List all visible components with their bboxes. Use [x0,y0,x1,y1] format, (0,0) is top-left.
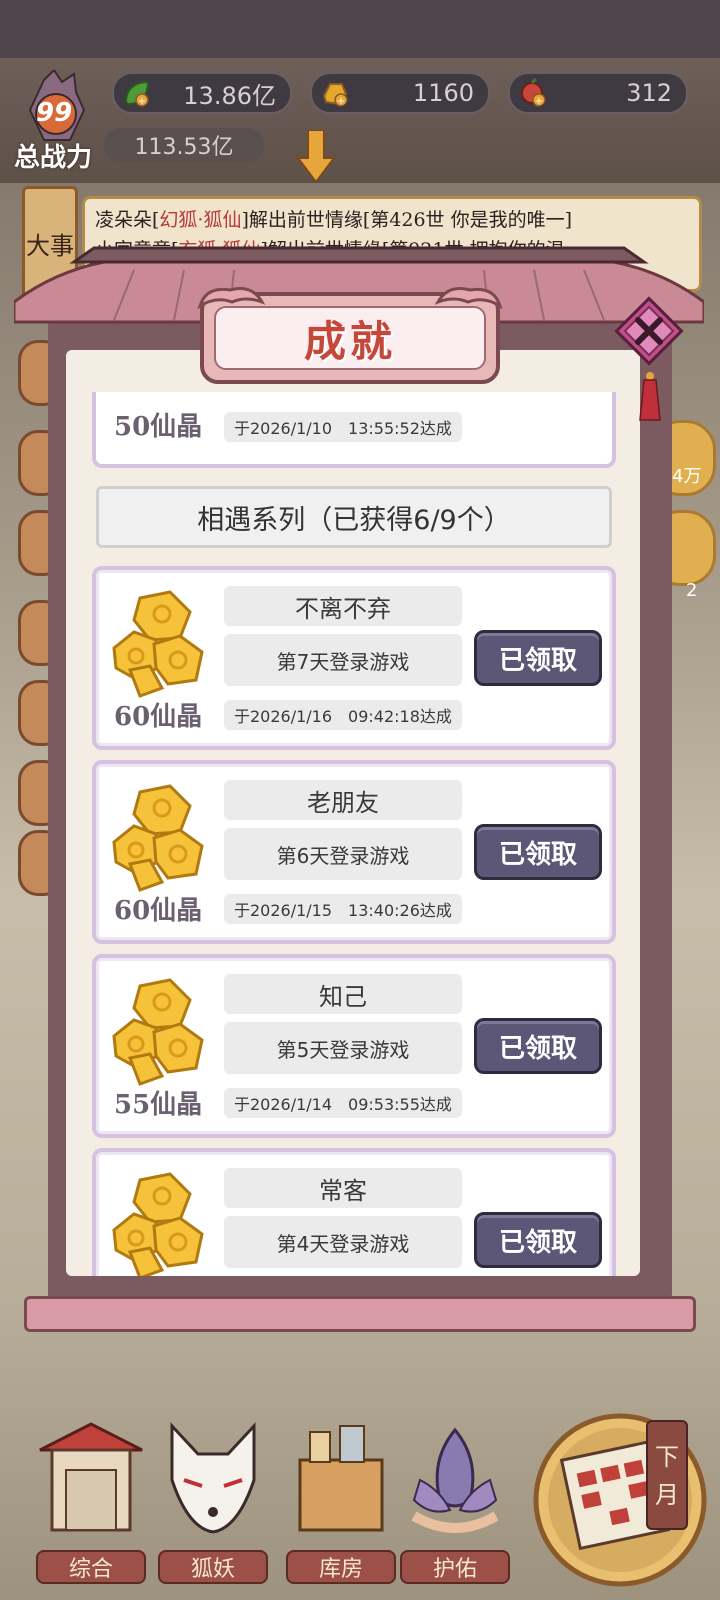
red-fruit-icon: + [521,78,546,107]
green-leaf-icon: + [124,80,150,107]
cloud-ornament-icon [197,287,266,310]
claimed-button[interactable]: 已领取 [474,1212,602,1268]
achievement-name: 常客 [224,1168,462,1208]
achievement-card: 55仙晶 知己 第5天登录游戏 于2026/1/14 09:53:55达成 已领… [92,954,616,1138]
news-line1-prefix: 凌朵朵[ [95,209,160,231]
nav-storage[interactable]: 库房 [286,1420,396,1590]
resource-gem-value: 1160 [412,79,474,107]
next-month-button[interactable]: 下月 [646,1420,688,1530]
next-month-label: 下月 [655,1443,679,1509]
gold-crystal-icon [112,590,204,698]
nav-fox[interactable]: 狐妖 [158,1420,268,1590]
cloud-ornament-icon [434,287,503,310]
nav-bless[interactable]: 护佑 [400,1420,510,1590]
reward-amount: 60仙晶 [114,896,203,926]
modal-title: 成就 [303,316,396,366]
achievement-name: 知己 [224,974,462,1014]
achievement-card: 常客 第4天登录游戏 已领取 [92,1148,616,1276]
achievement-list[interactable]: 50仙晶 于2026/1/10 13:55:52达成 相遇系列（已获得6/9个）… [66,350,640,1276]
svg-text:+: + [535,96,543,107]
claimed-button[interactable]: 已领取 [474,630,602,686]
storage-box-icon [298,1425,384,1532]
right-side-text: 2 [686,580,698,601]
power-value: 113.53亿 [104,128,264,162]
svg-text:+: + [138,96,146,107]
achievement-card-partial: 50仙晶 于2026/1/10 13:55:52达成 [92,392,616,468]
svg-text:+: + [337,96,345,107]
nav-fox-label: 狐妖 [158,1550,268,1584]
modal-title-inner: 成就 [214,306,486,370]
claimed-button[interactable]: 已领取 [474,1018,602,1074]
achievement-desc: 第7天登录游戏 [224,634,462,686]
achievement-card: 60仙晶 老朋友 第6天登录游戏 于2026/1/15 13:40:26达成 已… [92,760,616,944]
nav-storage-label: 库房 [286,1550,396,1584]
news-line1-suffix: ]解出前世情缘[第426世 你是我的唯一] [241,209,573,231]
achievement-desc: 第4天登录游戏 [224,1216,462,1268]
close-icon[interactable] [614,296,684,366]
achieved-date: 于2026/1/14 09:53:55达成 [224,1088,462,1118]
reward-amount: 55仙晶 [114,1090,203,1120]
right-side-text: 4万 [672,466,702,487]
achievement-desc: 第5天登录游戏 [224,1022,462,1074]
gate-icon [39,1422,143,1532]
power-level: 99 [36,98,73,128]
reward-amount: 50仙晶 [114,412,203,442]
resource-fruit[interactable]: + 312 [508,72,688,114]
achieved-date: 于2026/1/10 13:55:52达成 [224,412,462,442]
achievement-name: 不离不弃 [224,586,462,626]
news-line-1: 凌朵朵[幻狐·狐仙]解出前世情缘[第426世 你是我的唯一] [95,205,689,235]
gold-gem-icon: + [322,83,348,107]
resource-fruit-value: 312 [626,79,672,107]
gold-crystal-icon [112,784,204,892]
news-line1-highlight: 幻狐·狐仙 [159,209,242,231]
arrow-down-icon [296,130,336,184]
resource-leaf-value: 13.86亿 [183,81,276,110]
gold-crystal-icon [112,978,204,1086]
resource-gem[interactable]: + 1160 [310,72,490,114]
nav-bless-label: 护佑 [400,1550,510,1584]
power-label: 总战力 [14,143,93,173]
resource-leaf[interactable]: + 13.86亿 [112,72,292,114]
modal-base-plank [24,1296,696,1332]
achievement-card: 60仙晶 不离不弃 第7天登录游戏 于2026/1/16 09:42:18达成 … [92,566,616,750]
achieved-date: 于2026/1/16 09:42:18达成 [224,700,462,730]
gold-crystal-icon [112,1172,204,1276]
series-header: 相遇系列（已获得6/9个） [96,486,612,548]
achievement-name: 老朋友 [224,780,462,820]
achieved-date: 于2026/1/15 13:40:26达成 [224,894,462,924]
fox-mask-icon [170,1422,256,1534]
reward-amount: 60仙晶 [114,702,203,732]
claimed-button[interactable]: 已领取 [474,824,602,880]
tassel-icon [639,372,661,421]
nav-general[interactable]: 综合 [36,1420,146,1590]
lotus-icon [411,1427,499,1533]
nav-general-label: 综合 [36,1550,146,1584]
achievement-desc: 第6天登录游戏 [224,828,462,880]
